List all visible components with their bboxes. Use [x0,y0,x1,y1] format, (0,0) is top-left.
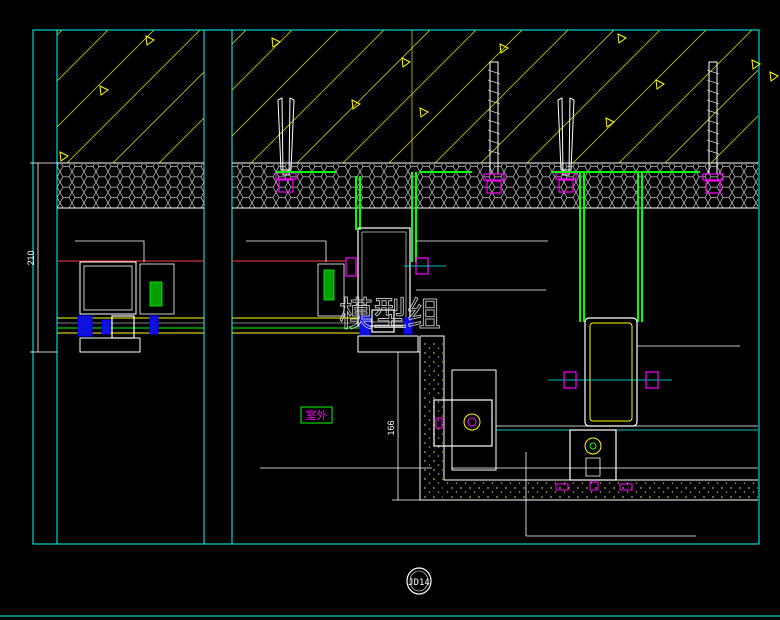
detail-bubble-label: JD14 [408,578,430,588]
concrete-slab [57,30,758,164]
dimension-label-210: 210 [26,250,36,265]
watermark-text: 模型组 [339,295,441,335]
steel-tube [548,317,672,427]
sill-cladding [419,335,758,501]
honeycomb-insulation-icon [57,164,758,209]
room-tag-label: 室外 [306,408,328,422]
window-frame-left [57,240,204,353]
dimension-166 [392,351,420,501]
cad-detail-drawing: 210 166 室外 模型组 JD14 [0,29,780,617]
dimension-label-166: 166 [386,420,396,435]
detail-bubble: JD14 [406,567,432,595]
